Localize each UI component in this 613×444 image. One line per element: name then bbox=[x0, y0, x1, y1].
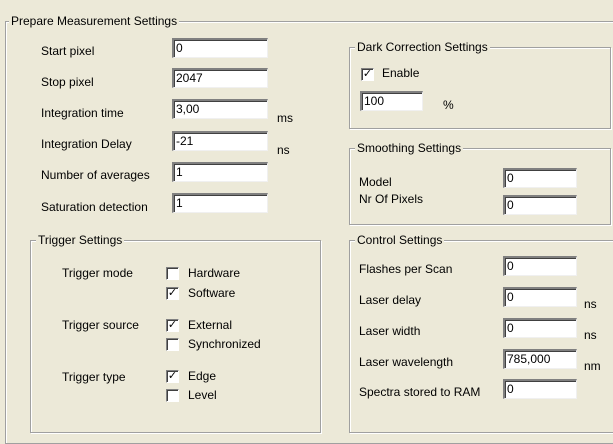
saturation-detection-label: Saturation detection bbox=[41, 200, 148, 214]
trigger-settings-group: Trigger Settings bbox=[30, 233, 321, 433]
software-check-mark: ✓ bbox=[167, 287, 178, 299]
edge-check-mark: ✓ bbox=[167, 370, 178, 382]
trigger-mode-label: Trigger mode bbox=[62, 266, 133, 280]
number-of-averages-input[interactable]: 1 bbox=[172, 162, 268, 182]
stop-pixel-label: Stop pixel bbox=[41, 75, 94, 89]
control-settings-title: Control Settings bbox=[355, 233, 445, 247]
level-checkbox[interactable] bbox=[166, 389, 179, 402]
integration-time-unit: ms bbox=[277, 111, 293, 125]
laser-width-label: Laser width bbox=[359, 324, 421, 338]
saturation-detection-input[interactable]: 1 bbox=[172, 193, 268, 213]
start-pixel-label: Start pixel bbox=[41, 44, 95, 58]
laser-wavelength-unit: nm bbox=[584, 359, 601, 373]
hardware-label[interactable]: Hardware bbox=[188, 266, 240, 281]
nr-of-pixels-input[interactable]: 0 bbox=[503, 195, 577, 215]
edge-label[interactable]: Edge bbox=[188, 369, 216, 384]
edge-checkbox[interactable]: ✓ bbox=[166, 370, 179, 383]
number-of-averages-label: Number of averages bbox=[41, 168, 150, 182]
external-check-mark: ✓ bbox=[167, 319, 178, 331]
nr-of-pixels-label: Nr Of Pixels bbox=[359, 192, 424, 206]
integration-time-label: Integration time bbox=[41, 106, 124, 120]
synchronized-checkbox[interactable] bbox=[166, 338, 179, 351]
dark-correction-title: Dark Correction Settings bbox=[355, 40, 490, 54]
model-input[interactable]: 0 bbox=[503, 168, 577, 188]
smoothing-settings-title: Smoothing Settings bbox=[355, 141, 464, 155]
hardware-checkbox[interactable] bbox=[166, 267, 179, 280]
laser-width-input[interactable]: 0 bbox=[503, 318, 577, 338]
external-checkbox[interactable]: ✓ bbox=[166, 319, 179, 332]
enable-check-mark: ✓ bbox=[362, 68, 373, 80]
spectra-stored-to-ram-label: Spectra stored to RAM bbox=[359, 385, 481, 399]
dark-correction-unit: % bbox=[443, 98, 454, 112]
trigger-type-label: Trigger type bbox=[62, 370, 126, 384]
dark-correction-group: Dark Correction Settings bbox=[349, 40, 611, 129]
laser-wavelength-label: Laser wavelength bbox=[359, 355, 454, 369]
laser-delay-unit: ns bbox=[584, 297, 597, 311]
laser-wavelength-input[interactable]: 785,000 bbox=[503, 349, 577, 369]
laser-delay-input[interactable]: 0 bbox=[503, 287, 577, 307]
prepare-measurement-title: Prepare Measurement Settings bbox=[9, 14, 180, 28]
integration-delay-label: Integration Delay bbox=[41, 137, 132, 151]
software-checkbox[interactable]: ✓ bbox=[166, 287, 179, 300]
stop-pixel-input[interactable]: 2047 bbox=[172, 68, 268, 88]
integration-time-input[interactable]: 3,00 bbox=[172, 99, 268, 119]
integration-delay-unit: ns bbox=[277, 143, 290, 157]
integration-delay-input[interactable]: -21 bbox=[172, 131, 268, 151]
dark-correction-input[interactable]: 100 bbox=[360, 91, 423, 111]
laser-delay-label: Laser delay bbox=[359, 293, 422, 307]
synchronized-label[interactable]: Synchronized bbox=[188, 337, 261, 352]
laser-width-unit: ns bbox=[584, 328, 597, 342]
software-label[interactable]: Software bbox=[188, 286, 235, 301]
trigger-source-label: Trigger source bbox=[62, 318, 139, 332]
enable-checkbox[interactable]: ✓ bbox=[361, 68, 374, 81]
model-label: Model bbox=[359, 175, 392, 189]
spectra-stored-to-ram-input[interactable]: 0 bbox=[503, 379, 577, 399]
flashes-per-scan-label: Flashes per Scan bbox=[359, 262, 453, 276]
level-label[interactable]: Level bbox=[188, 388, 217, 403]
trigger-settings-title: Trigger Settings bbox=[36, 233, 125, 247]
start-pixel-input[interactable]: 0 bbox=[172, 38, 268, 58]
flashes-per-scan-input[interactable]: 0 bbox=[503, 256, 577, 276]
enable-label[interactable]: Enable bbox=[382, 66, 419, 81]
external-label[interactable]: External bbox=[188, 318, 232, 333]
